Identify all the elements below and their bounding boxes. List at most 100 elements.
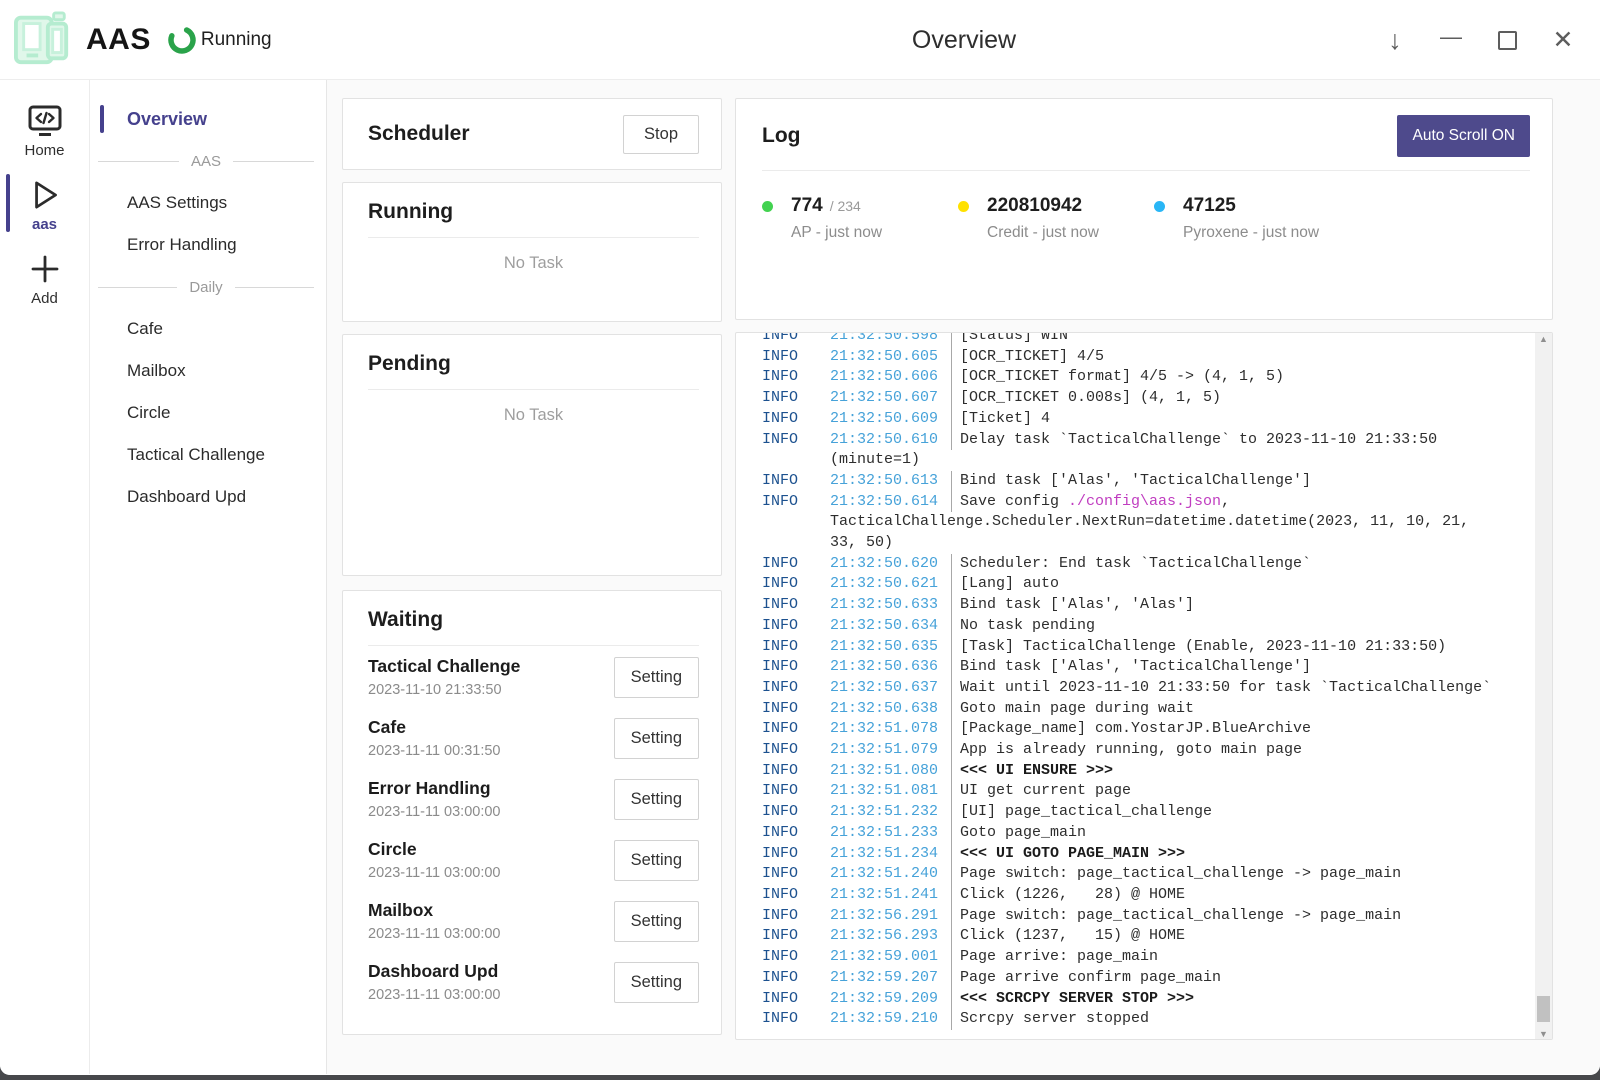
log-timestamp: 21:32:51.080 [830,761,942,782]
rail-item-aas[interactable]: aas [0,176,89,250]
log-timestamp: 21:32:50.636 [830,657,942,678]
scheduler-panel: Scheduler Stop [342,98,722,170]
log-message: [Task] TacticalChallenge (Enable, 2023-1… [960,637,1528,658]
log-column: Log Auto Scroll ON 774/ 234AP - just now… [735,98,1553,1040]
log-message: [OCR_TICKET 0.008s] (4, 1, 5) [960,388,1528,409]
log-level: INFO [762,968,830,989]
close-icon[interactable]: ✕ [1548,23,1578,57]
download-icon[interactable]: ↓ [1380,23,1410,57]
setting-button-error-handling[interactable]: Setting [614,779,699,820]
log-separator [951,699,952,720]
divider [762,170,1530,171]
sidebar-item-aas-settings[interactable]: AAS Settings [90,186,326,220]
sidebar-item-overview[interactable]: Overview [90,102,326,136]
sidebar-section-divider-aas: AAS [98,144,314,178]
log-line: INFO21:32:51.234<<< UI GOTO PAGE_MAIN >>… [736,844,1528,865]
scheduler-title: Scheduler [368,122,470,146]
pending-title: Pending [368,352,451,375]
log-level: INFO [762,719,830,740]
log-line: INFO21:32:50.636Bind task ['Alas', 'Tact… [736,657,1528,678]
log-line: INFO21:32:59.209<<< SCRCPY SERVER STOP >… [736,989,1528,1010]
scroll-up-arrow-icon[interactable]: ▲ [1535,334,1552,344]
log-message: <<< UI ENSURE >>> [960,761,1528,782]
log-separator [951,595,952,616]
log-lines: INFO21:32:50.598[Status] WININFO21:32:50… [736,332,1552,1030]
sidebar-item-error-handling[interactable]: Error Handling [90,228,326,262]
setting-button-cafe[interactable]: Setting [614,718,699,759]
waiting-task-time: 2023-11-11 03:00:00 [368,926,501,942]
log-message: Save config ./config\aas.json, [960,492,1528,513]
setting-button-tactical-challenge[interactable]: Setting [614,657,699,698]
setting-button-dashboard-upd[interactable]: Setting [614,962,699,1003]
log-line: INFO21:32:51.079App is already running, … [736,740,1528,761]
log-separator [951,968,952,989]
log-timestamp: 21:32:51.234 [830,844,942,865]
scroll-down-arrow-icon[interactable]: ▼ [1535,1029,1552,1039]
log-line: INFO21:32:51.240Page switch: page_tactic… [736,864,1528,885]
rail-item-add[interactable]: Add [0,250,89,324]
log-timestamp: 21:32:56.293 [830,926,942,947]
log-message-continuation: TacticalChallenge.Scheduler.NextRun=date… [830,512,1528,533]
minimize-icon[interactable]: — [1436,20,1466,54]
sidebar-section-label: Daily [177,279,234,296]
stop-button[interactable]: Stop [623,115,699,154]
log-level: INFO [762,761,830,782]
log-timestamp: 21:32:59.209 [830,989,942,1010]
log-timestamp: 21:32:50.621 [830,574,942,595]
log-line: INFO21:32:50.621[Lang] auto [736,574,1528,595]
sidebar-item-circle[interactable]: Circle [90,396,326,430]
log-message: UI get current page [960,781,1528,802]
log-timestamp: 21:32:50.614 [830,492,942,513]
log-level: INFO [762,781,830,802]
log-timestamp: 21:32:50.606 [830,367,942,388]
resource-stats: 774/ 234AP - just now220810942Credit - j… [762,195,1530,242]
log-message: Goto page_main [960,823,1528,844]
scrollbar-thumb[interactable] [1537,996,1550,1022]
auto-scroll-button[interactable]: Auto Scroll ON [1397,115,1530,157]
sidebar-item-tactical-challenge[interactable]: Tactical Challenge [90,438,326,472]
waiting-task-name: Error Handling [368,778,501,799]
log-message: Scrcpy server stopped [960,1009,1528,1030]
log-message: <<< SCRCPY SERVER STOP >>> [960,989,1528,1010]
log-message: [Status] WIN [960,332,1528,347]
log-level: INFO [762,574,830,595]
log-line: INFO21:32:59.001Page arrive: page_main [736,947,1528,968]
icon-rail: HomeaasAdd [0,80,90,1074]
log-line: INFO21:32:50.606[OCR_TICKET format] 4/5 … [736,367,1528,388]
waiting-panel: Waiting Tactical Challenge2023-11-10 21:… [342,590,722,1035]
sidebar-item-mailbox[interactable]: Mailbox [90,354,326,388]
rail-item-home[interactable]: Home [0,102,89,176]
maximize-icon[interactable] [1492,23,1522,57]
window-controls: ↓ — ✕ [1380,0,1578,80]
sidebar-item-cafe[interactable]: Cafe [90,312,326,346]
pending-panel: Pending No Task [342,334,722,576]
log-message: <<< UI GOTO PAGE_MAIN >>> [960,844,1528,865]
log-title: Log [762,124,800,148]
setting-button-mailbox[interactable]: Setting [614,901,699,942]
sidebar-item-dashboard-upd[interactable]: Dashboard Upd [90,480,326,514]
log-scrollbar[interactable]: ▲ ▼ [1535,333,1552,1039]
stat-dot-icon [958,201,969,212]
log-level: INFO [762,430,830,451]
waiting-task-time: 2023-11-11 03:00:00 [368,804,501,820]
stat-value: 774 [791,195,823,217]
stat-dot-icon [1154,201,1165,212]
log-level: INFO [762,926,830,947]
log-level: INFO [762,657,830,678]
log-message: [Package_name] com.YostarJP.BlueArchive [960,719,1528,740]
waiting-task-info: Cafe2023-11-11 00:31:50 [368,717,501,759]
log-timestamp: 21:32:51.081 [830,781,942,802]
code-monitor-icon [26,102,64,140]
log-timestamp: 21:32:50.620 [830,554,942,575]
log-line: INFO21:32:50.620Scheduler: End task `Tac… [736,554,1528,575]
sidebar-section-label: AAS [179,153,233,170]
log-separator [951,678,952,699]
setting-button-circle[interactable]: Setting [614,840,699,881]
waiting-task-row-circle: Circle2023-11-11 03:00:00Setting [368,829,699,890]
waiting-task-name: Circle [368,839,501,860]
waiting-task-name: Dashboard Upd [368,961,501,982]
log-message-continuation: 33, 50) [830,533,1528,554]
log-line: INFO21:32:50.607[OCR_TICKET 0.008s] (4, … [736,388,1528,409]
log-timestamp: 21:32:50.609 [830,409,942,430]
log-timestamp: 21:32:51.078 [830,719,942,740]
